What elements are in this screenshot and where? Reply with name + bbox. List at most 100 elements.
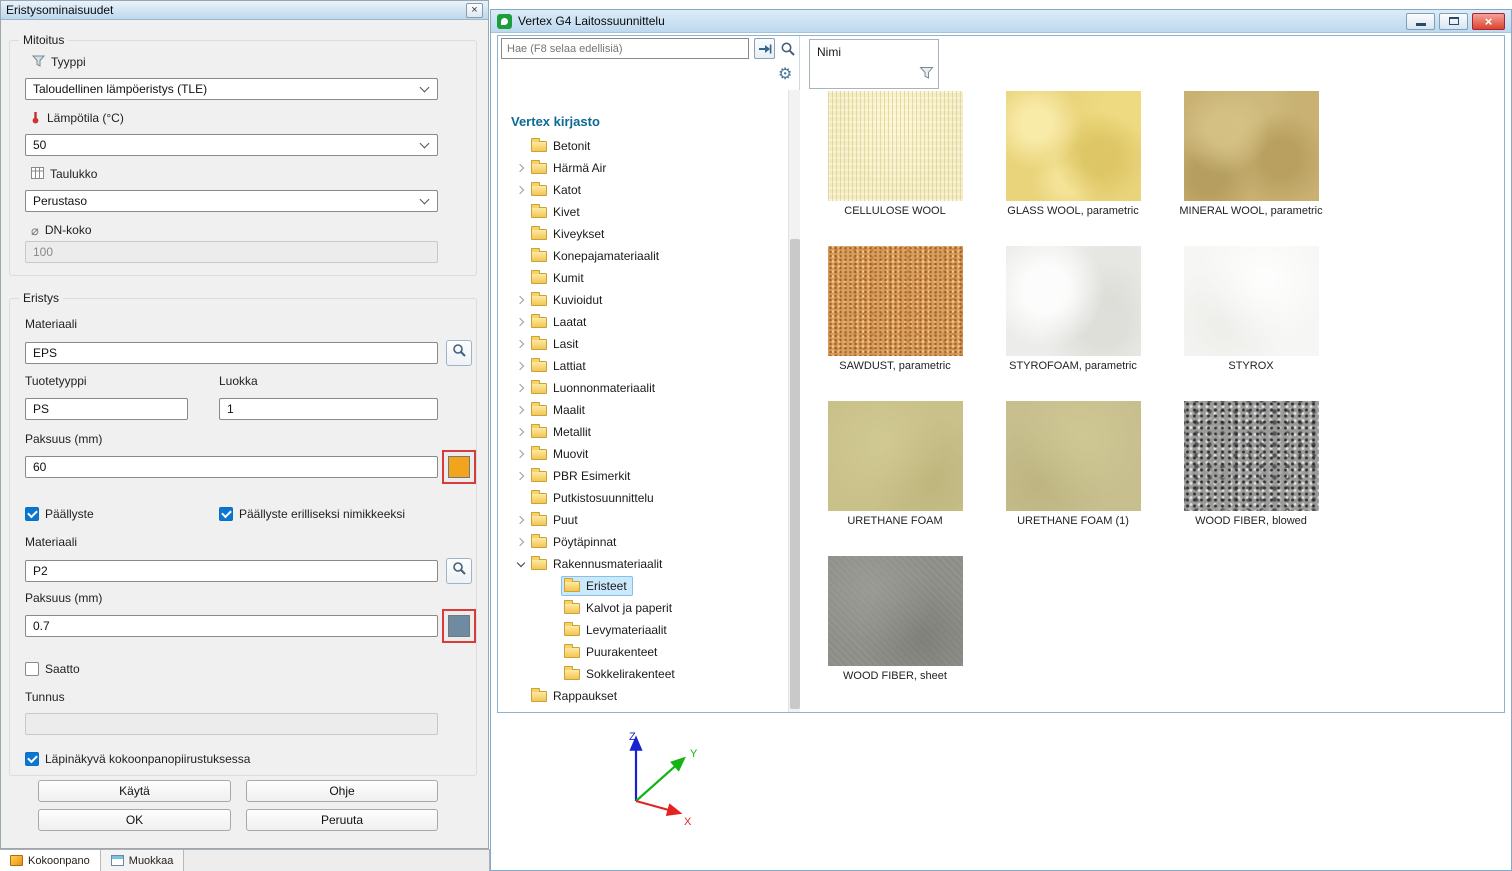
lapinakyva-checkbox[interactable]: Läpinäkyvä kokoonpanopiirustuksessa bbox=[25, 751, 250, 767]
material-preview-urethane-2[interactable] bbox=[1006, 401, 1141, 511]
kayta-button[interactable]: Käytä bbox=[38, 780, 231, 802]
tree-item-kuvioidut[interactable]: Kuvioidut bbox=[498, 289, 786, 311]
lampotila-combobox[interactable]: 50 bbox=[25, 134, 438, 156]
search-input[interactable] bbox=[501, 38, 749, 59]
tree-item-katot[interactable]: Katot bbox=[498, 179, 786, 201]
chevron-right-icon[interactable] bbox=[514, 183, 528, 197]
chevron-right-icon[interactable] bbox=[514, 535, 528, 549]
maximize-button[interactable] bbox=[1439, 13, 1468, 30]
chevron-right-icon[interactable] bbox=[514, 315, 528, 329]
insulation-color-swatch[interactable] bbox=[442, 450, 476, 484]
coating-paksuus-field[interactable] bbox=[25, 615, 438, 637]
tree-item-kumit[interactable]: Kumit bbox=[498, 267, 786, 289]
chevron-right-icon[interactable] bbox=[514, 425, 528, 439]
tyyppi-combobox[interactable]: Taloudellinen lämpöeristys (TLE) bbox=[25, 78, 438, 100]
chevron-right-icon[interactable] bbox=[514, 403, 528, 417]
luokka-field[interactable] bbox=[219, 398, 438, 420]
tree-item-lasit[interactable]: Lasit bbox=[498, 333, 786, 355]
tree-item-luonnonmateriaalit[interactable]: Luonnonmateriaalit bbox=[498, 377, 786, 399]
tree-item-sokkelirakenteet[interactable]: Sokkelirakenteet bbox=[498, 663, 786, 685]
tree-scrollbar[interactable] bbox=[788, 90, 800, 712]
material-thumbnail[interactable]: URETHANE FOAM (1) bbox=[984, 401, 1162, 556]
material-thumbnail[interactable]: GLASS WOOL, parametric bbox=[984, 91, 1162, 246]
material-preview-wood-fiber-blowed[interactable] bbox=[1184, 401, 1319, 511]
material-preview-wood-fiber-sheet[interactable] bbox=[828, 556, 963, 666]
coating-material-search-button[interactable] bbox=[446, 558, 472, 584]
gear-icon[interactable]: ⚙ bbox=[778, 66, 792, 84]
search-button[interactable] bbox=[777, 38, 798, 59]
materiaali-field[interactable] bbox=[25, 342, 438, 364]
tuotetyyppi-field[interactable] bbox=[25, 398, 188, 420]
material-preview-cellulose[interactable] bbox=[828, 91, 963, 201]
ok-button[interactable]: OK bbox=[38, 809, 231, 831]
chevron-right-icon[interactable] bbox=[514, 469, 528, 483]
tree-item-lattiat[interactable]: Lattiat bbox=[498, 355, 786, 377]
library-root[interactable]: Vertex kirjasto bbox=[498, 110, 786, 135]
tab-kokoonpano[interactable]: Kokoonpano bbox=[0, 850, 101, 871]
material-thumbnail[interactable]: STYROX bbox=[1162, 246, 1340, 401]
chevron-right-icon[interactable] bbox=[514, 513, 528, 527]
tree-item-h-rm-air[interactable]: Härmä Air bbox=[498, 157, 786, 179]
tree-item-rappaukset[interactable]: Rappaukset bbox=[498, 685, 786, 707]
saatto-checkbox[interactable]: Saatto bbox=[25, 661, 80, 677]
material-search-button[interactable] bbox=[446, 340, 472, 366]
material-preview-styrox[interactable] bbox=[1184, 246, 1319, 356]
chevron-down-icon[interactable] bbox=[514, 557, 528, 571]
tree-item-muovit[interactable]: Muovit bbox=[498, 443, 786, 465]
filter-funnel-icon[interactable] bbox=[919, 66, 934, 85]
window-titlebar[interactable]: Vertex G4 Laitossuunnittelu × bbox=[491, 10, 1511, 33]
tab-muokkaa[interactable]: Muokkaa bbox=[101, 850, 185, 871]
tree-item-maalit[interactable]: Maalit bbox=[498, 399, 786, 421]
tree-item-konepajamateriaalit[interactable]: Konepajamateriaalit bbox=[498, 245, 786, 267]
paallyste-checkbox[interactable]: Päällyste bbox=[25, 506, 94, 522]
material-preview-glass-wool[interactable] bbox=[1006, 91, 1141, 201]
chevron-right-icon[interactable] bbox=[514, 381, 528, 395]
tree-item-putkistosuunnittelu[interactable]: Putkistosuunnittelu bbox=[498, 487, 786, 509]
material-preview-mineral-wool[interactable] bbox=[1184, 91, 1319, 201]
tree-item-betonit[interactable]: Betonit bbox=[498, 135, 786, 157]
material-preview-sawdust[interactable] bbox=[828, 246, 963, 356]
tree-item-eristeet[interactable]: Eristeet bbox=[498, 575, 786, 597]
material-preview-styrofoam[interactable] bbox=[1006, 246, 1141, 356]
taulukko-combobox[interactable]: Perustaso bbox=[25, 190, 438, 212]
name-filter-header[interactable]: Nimi bbox=[809, 39, 939, 89]
material-thumbnail[interactable]: WOOD FIBER, sheet bbox=[806, 556, 984, 711]
tree-item-laatat[interactable]: Laatat bbox=[498, 311, 786, 333]
tree-item-metallit[interactable]: Metallit bbox=[498, 421, 786, 443]
chevron-right-icon[interactable] bbox=[514, 293, 528, 307]
dialog-titlebar[interactable]: Eristysominaisuudet × bbox=[1, 1, 488, 20]
tree-item-levymateriaalit[interactable]: Levymateriaalit bbox=[498, 619, 786, 641]
material-thumbnail[interactable]: MINERAL WOOL, parametric bbox=[1162, 91, 1340, 246]
folder-icon bbox=[531, 537, 547, 548]
material-thumbnail[interactable]: STYROFOAM, parametric bbox=[984, 246, 1162, 401]
tree-item-kalvot-ja-paperit[interactable]: Kalvot ja paperit bbox=[498, 597, 786, 619]
chevron-right-icon[interactable] bbox=[514, 161, 528, 175]
tree-item-puurakenteet[interactable]: Puurakenteet bbox=[498, 641, 786, 663]
tree-item-pbr-esimerkit[interactable]: PBR Esimerkit bbox=[498, 465, 786, 487]
tree-item-label: Puurakenteet bbox=[586, 645, 657, 659]
close-icon[interactable]: × bbox=[466, 3, 483, 18]
material-preview-urethane-1[interactable] bbox=[828, 401, 963, 511]
tree-item-p-yt-pinnat[interactable]: Pöytäpinnat bbox=[498, 531, 786, 553]
tree-item-rakennusmateriaalit[interactable]: Rakennusmateriaalit bbox=[498, 553, 786, 575]
scrollbar-thumb[interactable] bbox=[790, 239, 800, 709]
ohje-button[interactable]: Ohje bbox=[246, 780, 438, 802]
search-go-button[interactable] bbox=[754, 38, 775, 59]
tree-item-kiveykset[interactable]: Kiveykset bbox=[498, 223, 786, 245]
coating-material-field[interactable] bbox=[25, 560, 438, 582]
material-thumbnail[interactable]: SAWDUST, parametric bbox=[806, 246, 984, 401]
paksuus-field[interactable] bbox=[25, 456, 438, 478]
coating-color-swatch[interactable] bbox=[442, 609, 476, 643]
material-thumbnail[interactable]: WOOD FIBER, blowed bbox=[1162, 401, 1340, 556]
chevron-right-icon[interactable] bbox=[514, 359, 528, 373]
peruuta-button[interactable]: Peruuta bbox=[246, 809, 438, 831]
chevron-right-icon[interactable] bbox=[514, 337, 528, 351]
material-thumbnail[interactable]: URETHANE FOAM bbox=[806, 401, 984, 556]
minimize-button[interactable] bbox=[1406, 13, 1435, 30]
tree-item-puut[interactable]: Puut bbox=[498, 509, 786, 531]
material-thumbnail[interactable]: CELLULOSE WOOL bbox=[806, 91, 984, 246]
chevron-right-icon[interactable] bbox=[514, 447, 528, 461]
paallyste-erillinen-checkbox[interactable]: Päällyste erilliseksi nimikkeeksi bbox=[219, 506, 405, 522]
close-button[interactable]: × bbox=[1472, 13, 1505, 30]
tree-item-kivet[interactable]: Kivet bbox=[498, 201, 786, 223]
